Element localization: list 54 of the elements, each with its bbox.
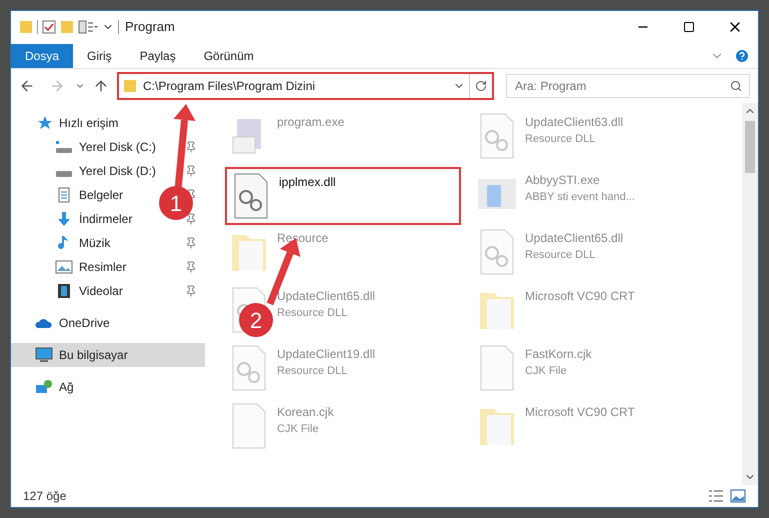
pin-icon[interactable]	[185, 213, 197, 225]
item-count: 127 öğe	[23, 488, 66, 505]
details-view-icon[interactable]	[708, 489, 724, 503]
file-type: Resource DLL	[277, 364, 348, 379]
folder-icon	[123, 79, 137, 93]
sidebar-item[interactable]: Videolar	[79, 282, 123, 300]
scrollbar-thumb[interactable]	[745, 121, 755, 173]
maximize-icon	[683, 21, 695, 33]
sidebar-item[interactable]: Hızlı erişim	[11, 111, 205, 135]
step-badge: 1	[159, 186, 193, 220]
address-bar[interactable]: C:\Program Files\Program Dizini	[117, 72, 494, 100]
search-field[interactable]: Ara: Program	[506, 74, 750, 98]
sidebar-item[interactable]: Resimler	[79, 258, 126, 276]
checklist-icon[interactable]	[42, 20, 56, 34]
file-type: Resource DLL	[277, 306, 348, 321]
ribbon-tab[interactable]: Paylaş	[126, 44, 190, 68]
refresh-icon[interactable]	[475, 80, 487, 92]
sidebar-item[interactable]: Müzik	[79, 234, 110, 252]
sidebar-item[interactable]: İndirmeler	[79, 210, 132, 228]
sidebar-item[interactable]: OneDrive	[11, 311, 205, 335]
scrollbar[interactable]	[742, 103, 758, 485]
pin-icon[interactable]	[185, 285, 197, 297]
window-title: Program	[125, 18, 175, 36]
search-icon[interactable]	[730, 80, 742, 92]
drive-icon	[55, 170, 73, 178]
drive-icon	[55, 139, 73, 155]
file-name[interactable]: ipplmex.dll	[279, 173, 336, 191]
ribbon-tab[interactable]: Giriş	[73, 44, 126, 68]
sidebar-item[interactable]: Yerel Disk (C:)	[79, 138, 156, 156]
ribbon-tab[interactable]: Görünüm	[190, 44, 268, 68]
sidebar-item[interactable]: Ağ	[11, 375, 205, 399]
up-icon[interactable]	[93, 78, 109, 94]
sidebar-item[interactable]: Bu bilgisayar	[11, 343, 205, 367]
film-icon	[55, 283, 73, 299]
pin-icon[interactable]	[185, 237, 197, 249]
network-icon	[35, 379, 53, 395]
sidebar-item[interactable]: Yerel Disk (D:)	[79, 162, 156, 180]
file-type: CJK File	[525, 364, 568, 379]
pin-icon[interactable]	[185, 165, 197, 177]
help-icon[interactable]	[734, 48, 750, 64]
pin-icon[interactable]	[185, 261, 197, 273]
download-icon	[55, 211, 73, 227]
properties-icon[interactable]	[78, 20, 98, 34]
file-type: Resource DLL	[525, 248, 596, 263]
back-icon[interactable]	[19, 78, 35, 94]
file-type: Resource DLL	[525, 132, 596, 147]
file-type: ABBY sti event hand...	[525, 190, 635, 205]
step-badge: 2	[239, 303, 273, 337]
sidebar-item[interactable]: Belgeler	[79, 186, 124, 204]
large-icons-view-icon[interactable]	[730, 489, 746, 503]
pin-icon[interactable]	[185, 141, 197, 153]
picture-icon	[55, 259, 73, 275]
computer-icon	[35, 347, 53, 363]
file-type: CJK File	[277, 422, 320, 437]
